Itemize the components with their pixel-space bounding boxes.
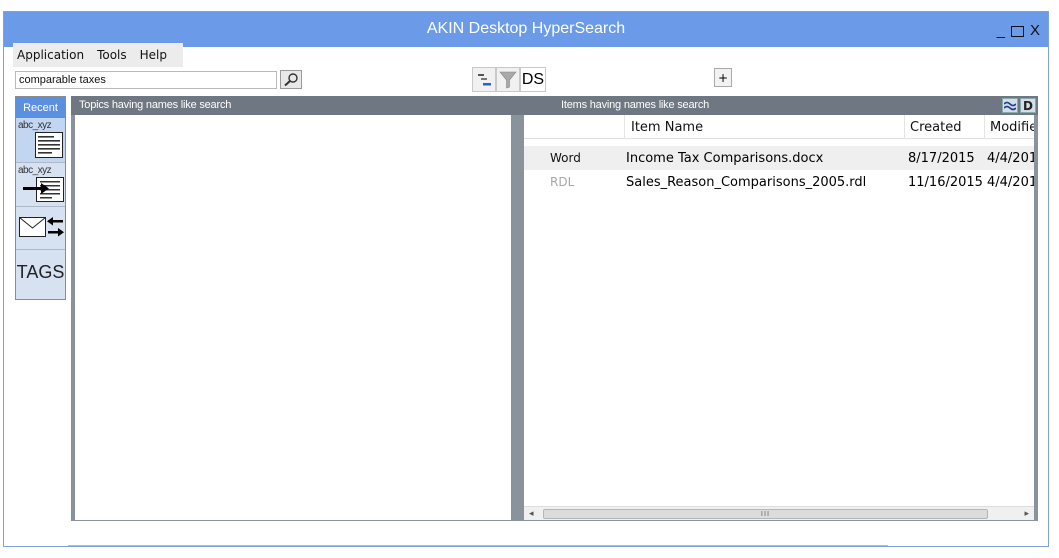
- column-created[interactable]: Created: [910, 120, 961, 135]
- table-row[interactable]: Word Income Tax Comparisons.docx 8/17/20…: [524, 146, 1034, 170]
- menu-tools[interactable]: Tools: [93, 48, 136, 62]
- maximize-icon: [1010, 26, 1024, 37]
- tags-label: TAGS: [16, 262, 65, 282]
- topics-header: Topics having names like search: [79, 99, 232, 111]
- horizontal-scrollbar[interactable]: ◂ III ▸: [524, 506, 1034, 520]
- item-created: 8/17/2015: [908, 151, 975, 166]
- close-button[interactable]: X: [1030, 23, 1040, 41]
- table-header: Item Name Created Modifie: [524, 115, 1034, 139]
- item-name: Sales_Reason_Comparisons_2005.rdl: [626, 175, 867, 190]
- title-bar[interactable]: AKIN Desktop HyperSearch _ X: [4, 12, 1048, 47]
- item-modified: 4/4/201: [987, 151, 1034, 166]
- menu-bar: Application Tools Help: [13, 43, 183, 67]
- search-input[interactable]: [15, 71, 277, 89]
- scroll-thumb[interactable]: III: [543, 509, 988, 519]
- scroll-right-arrow[interactable]: ▸: [1024, 509, 1029, 519]
- column-item-name[interactable]: Item Name: [631, 120, 703, 135]
- document-arrow-icon: [23, 177, 64, 202]
- item-name: Income Tax Comparisons.docx: [626, 151, 824, 166]
- sidebar-item-tags[interactable]: TAGS: [16, 250, 65, 298]
- filter-button[interactable]: [496, 67, 520, 92]
- sidebar-item-document[interactable]: abc_xyz: [16, 118, 65, 163]
- column-modified[interactable]: Modifie: [990, 120, 1034, 135]
- wave-view-button[interactable]: [1002, 98, 1018, 113]
- email-exchange-icon: [19, 217, 64, 237]
- panel-header: Topics having names like search Items ha…: [71, 96, 1038, 115]
- items-header: Items having names like search: [561, 99, 710, 111]
- maximize-button[interactable]: [1010, 23, 1024, 41]
- detail-view-button[interactable]: D: [1020, 98, 1036, 113]
- add-button[interactable]: +: [714, 68, 732, 87]
- sidebar-item-caption: abc_xyz: [18, 120, 52, 131]
- sort-button[interactable]: [472, 67, 496, 92]
- sidebar: Recent abc_xyz abc_xyz TAGS: [15, 96, 66, 300]
- sidebar-item-caption: abc_xyz: [18, 165, 52, 176]
- item-created: 11/16/2015: [908, 175, 983, 190]
- topics-list[interactable]: [75, 115, 511, 520]
- menu-application[interactable]: Application: [13, 48, 93, 62]
- item-type: Word: [550, 151, 581, 165]
- scroll-left-arrow[interactable]: ◂: [529, 509, 534, 519]
- panel-header-icons: D: [1002, 98, 1036, 113]
- menu-help[interactable]: Help: [136, 48, 176, 62]
- search-button[interactable]: [280, 70, 302, 89]
- scroll-grip: III: [760, 510, 771, 518]
- items-table[interactable]: Item Name Created Modifie Word Income Ta…: [524, 115, 1034, 520]
- window-controls: _ X: [997, 23, 1040, 41]
- sidebar-tab-recent[interactable]: Recent: [16, 97, 65, 118]
- document-list-icon: [35, 132, 63, 158]
- window-title: AKIN Desktop HyperSearch: [426, 20, 626, 37]
- sidebar-item-email[interactable]: [16, 207, 65, 250]
- view-toolbar: DS: [472, 67, 546, 92]
- main-panel: Topics having names like search Items ha…: [71, 96, 1038, 521]
- column-separator: [624, 115, 625, 139]
- minimize-button[interactable]: _: [997, 23, 1005, 41]
- ds-button[interactable]: DS: [520, 67, 546, 92]
- bottom-divider: [68, 545, 888, 546]
- item-modified: 4/4/201: [987, 175, 1034, 190]
- sidebar-item-link[interactable]: abc_xyz: [16, 163, 65, 207]
- filter-icon: [499, 71, 517, 88]
- table-row[interactable]: RDL Sales_Reason_Comparisons_2005.rdl 11…: [524, 170, 1034, 194]
- column-separator: [904, 115, 905, 139]
- search-icon: [284, 72, 298, 86]
- sort-icon: [478, 73, 491, 85]
- wave-icon: [1004, 101, 1016, 110]
- item-type: RDL: [550, 175, 575, 189]
- column-separator: [984, 115, 985, 139]
